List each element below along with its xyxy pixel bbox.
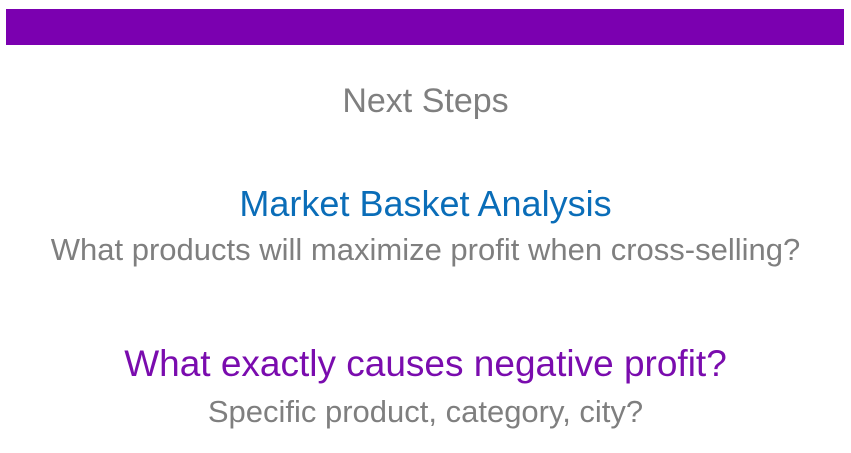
slide-title: Next Steps [342, 82, 509, 120]
step-subtext-specifics: Specific product, category, city? [207, 394, 644, 429]
top-accent-bar [6, 9, 844, 45]
step-heading-negative-profit: What exactly causes negative profit? [124, 343, 727, 384]
step-subtext-cross-selling: What products will maximize profit when … [50, 232, 801, 267]
step-heading-market-basket: Market Basket Analysis [239, 183, 612, 224]
